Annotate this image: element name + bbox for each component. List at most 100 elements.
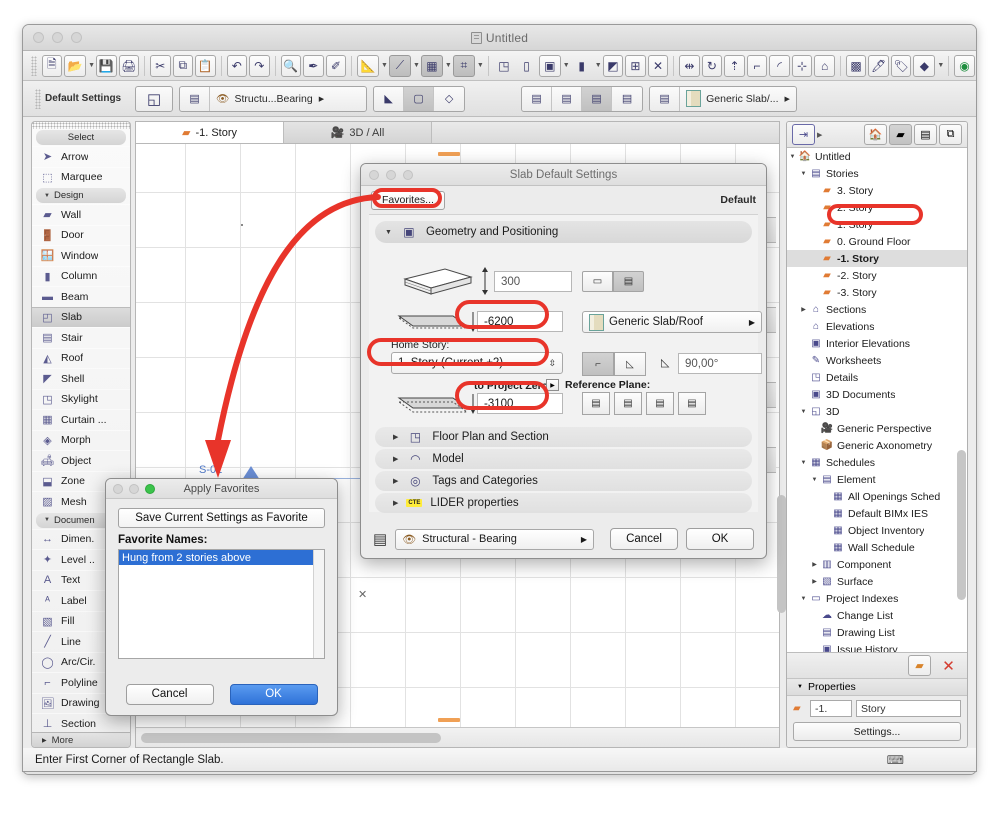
edge-angle-field[interactable]: 90,00° <box>678 353 762 374</box>
horizontal-scroll-thumb[interactable] <box>141 733 441 743</box>
snap-guide-icon[interactable]: ⟋ <box>388 54 411 77</box>
project-map-icon[interactable]: 🏠 <box>864 124 887 145</box>
navigator-item-worksheets[interactable]: ✎ Worksheets <box>787 352 967 369</box>
layer-selector[interactable]: ▤ 👁 Structu...Bearing ▶ <box>179 85 368 112</box>
chevron-down-icon[interactable]: ▼ <box>88 62 95 69</box>
offset-icon[interactable]: ⌐ <box>746 54 768 77</box>
structure-material-group[interactable]: ▤ Generic Slab/... ▶ <box>649 85 797 112</box>
open-folder-icon[interactable]: 📂 <box>64 54 87 77</box>
favorites-button[interactable]: Favorites... <box>371 190 445 210</box>
navigator-item-generic-perspective[interactable]: 🎥 Generic Perspective <box>787 420 967 437</box>
toolbox-item-skylight[interactable]: ◳ Skylight <box>32 388 130 410</box>
3d-cutaway-icon[interactable]: ◩ <box>602 54 624 77</box>
toolbox-item-stair[interactable]: ▤ Stair <box>32 327 130 348</box>
toolbox-item-slab[interactable]: ◰ Slab <box>32 306 130 327</box>
print-icon[interactable]: 🖨 <box>118 54 140 77</box>
chevron-right-icon[interactable]: ▶ <box>393 477 398 485</box>
composite-structure-icon[interactable]: ▤ <box>613 271 644 292</box>
story-number-field[interactable]: -1. <box>810 700 852 717</box>
navigator-item-interior-elevations[interactable]: ▣ Interior Elevations <box>787 335 967 352</box>
paste-icon[interactable]: 📋 <box>195 54 216 77</box>
layers-icon[interactable]: ▣ <box>538 54 561 77</box>
chevron-down-icon[interactable]: ▼ <box>413 62 420 69</box>
up-down-stepper-icon[interactable]: ⇳ <box>548 358 556 369</box>
toolbox-more-button[interactable]: ▶ More <box>32 732 130 747</box>
toolbox-item-column[interactable]: ▮ Column <box>32 265 130 287</box>
chevron-right-icon[interactable]: ▶ <box>393 433 398 441</box>
properties-header[interactable]: ▼ Properties <box>787 678 967 696</box>
close-x-icon[interactable]: ✕ <box>647 54 669 77</box>
ref-plane-core-bottom-icon[interactable]: ▤ <box>646 392 674 415</box>
chevron-right-icon[interactable]: ▶ <box>809 578 820 585</box>
publisher-icon[interactable]: ⧉ <box>939 124 962 145</box>
eyedropper-pick-icon[interactable]: ✒ <box>303 54 324 77</box>
cancel-button[interactable]: Cancel <box>610 528 678 550</box>
horizontal-scrollbar[interactable] <box>136 727 779 747</box>
ref-plane-bottom-icon[interactable]: ▤ <box>678 392 706 415</box>
chevron-right-icon[interactable]: ▶ <box>785 95 790 103</box>
slab-icon[interactable]: ◳ <box>494 55 515 77</box>
magnetic-point-icon[interactable]: ▦ <box>420 54 443 77</box>
navigator-item-default-bimx-ies[interactable]: ▦ Default BIMx IES <box>787 505 967 522</box>
new-story-icon[interactable]: ▰ <box>908 655 931 676</box>
navigator-item-untitled[interactable]: ▼ 🏠 Untitled <box>787 148 967 165</box>
collapsed-section-tags-and-categories[interactable]: ▶ ◎ Tags and Categories <box>375 471 752 491</box>
toolbox-item-section[interactable]: ⊥ Section <box>32 713 130 734</box>
tag-icon[interactable]: 🏷 <box>890 54 912 77</box>
toolbar-grip[interactable] <box>31 55 37 76</box>
renovation-icon[interactable]: ◆ <box>913 54 936 77</box>
ok-button[interactable]: OK <box>686 528 754 550</box>
chevron-right-icon[interactable]: ▶ <box>809 561 820 568</box>
grid-snap-icon[interactable]: ⌗ <box>452 54 475 77</box>
column-icon[interactable]: ▮ <box>571 55 593 77</box>
layer-popup-field[interactable]: 👁 Structural - Bearing ▶ <box>395 528 594 550</box>
toolbox-section-header[interactable]: ▼ Design <box>36 188 126 203</box>
wall-icon[interactable]: ▯ <box>516 55 537 77</box>
target-green-icon[interactable]: ◉ <box>954 54 975 77</box>
toolbar-grip[interactable] <box>35 88 41 109</box>
view-tab-3d[interactable]: 🎥 3D / All <box>284 122 432 143</box>
navigator-scroll-thumb[interactable] <box>957 450 966 600</box>
straight-edge-icon[interactable]: ⌐ <box>582 352 614 376</box>
navigator-item-3d-documents[interactable]: ▣ 3D Documents <box>787 386 967 403</box>
chevron-right-icon[interactable]: ▶ <box>393 455 398 463</box>
material-popup[interactable]: Generic Slab/... ▶ <box>680 87 796 111</box>
navigator-scrollbar[interactable] <box>957 150 966 650</box>
material-popup-field[interactable]: Generic Slab/Roof ▶ <box>582 311 762 333</box>
navigator-item-2-story[interactable]: ▰ 2. Story <box>787 199 967 216</box>
elevate-icon[interactable]: ⇡ <box>724 54 745 77</box>
save-icon[interactable]: 💾 <box>96 54 117 77</box>
ref-plane-core-top-icon[interactable]: ▤ <box>614 392 642 415</box>
composite-structure-icon[interactable]: ▤ <box>650 86 681 111</box>
chevron-down-icon[interactable]: ▼ <box>595 62 602 69</box>
collapsed-section-model[interactable]: ▶ ◠ Model <box>375 449 752 469</box>
chevron-right-icon[interactable]: ▶ <box>393 499 398 507</box>
story-settings-button[interactable]: Settings... <box>793 722 961 741</box>
toolbox-item-wall[interactable]: ▰ Wall <box>32 204 130 225</box>
list-item[interactable]: Hung from 2 stories above <box>119 550 324 565</box>
navigator-item-drawing-list[interactable]: ▤ Drawing List <box>787 624 967 641</box>
reference-method-group[interactable]: ▤ ▤ ▤ ▤ <box>521 85 644 112</box>
vertical-scroll-thumb[interactable] <box>777 495 786 613</box>
collapsed-section-floor-plan-and-section[interactable]: ▶ ◳ Floor Plan and Section <box>375 427 752 447</box>
chevron-down-icon[interactable]: ▼ <box>787 154 798 160</box>
chevron-down-icon[interactable]: ▼ <box>477 62 484 69</box>
toolbox-item-roof[interactable]: ◭ Roof <box>32 347 130 369</box>
navigator-item-3-story[interactable]: ▰ 3. Story <box>787 182 967 199</box>
slab-tool-icon[interactable]: ◱ <box>136 87 172 111</box>
ok-button[interactable]: OK <box>229 683 318 705</box>
toolbox-item-curtain[interactable]: ▦ Curtain ... <box>32 409 130 430</box>
navigator-item-3d[interactable]: ▼ ◱ 3D <box>787 403 967 420</box>
project-zero-chevron-icon[interactable]: ▶ <box>546 379 559 391</box>
toolbox-item-morph[interactable]: ◈ Morph <box>32 429 130 451</box>
navigator-item-0-ground-floor[interactable]: ▰ 0. Ground Floor <box>787 233 967 250</box>
new-document-icon[interactable]: 🗎 <box>41 54 63 77</box>
chevron-down-icon[interactable]: ▼ <box>797 684 803 690</box>
ref-core-top-icon[interactable]: ▤ <box>552 86 583 111</box>
navigator-item-sections[interactable]: ▶ ⌂ Sections <box>787 301 967 318</box>
thickness-field[interactable]: 300 <box>494 271 572 292</box>
chevron-right-icon[interactable]: ▶ <box>798 306 809 313</box>
favorites-list-scrollbar[interactable] <box>313 550 324 658</box>
chevron-right-icon[interactable]: ▶ <box>319 95 324 103</box>
toolbox-item-door[interactable]: 🚪 Door <box>32 224 130 246</box>
